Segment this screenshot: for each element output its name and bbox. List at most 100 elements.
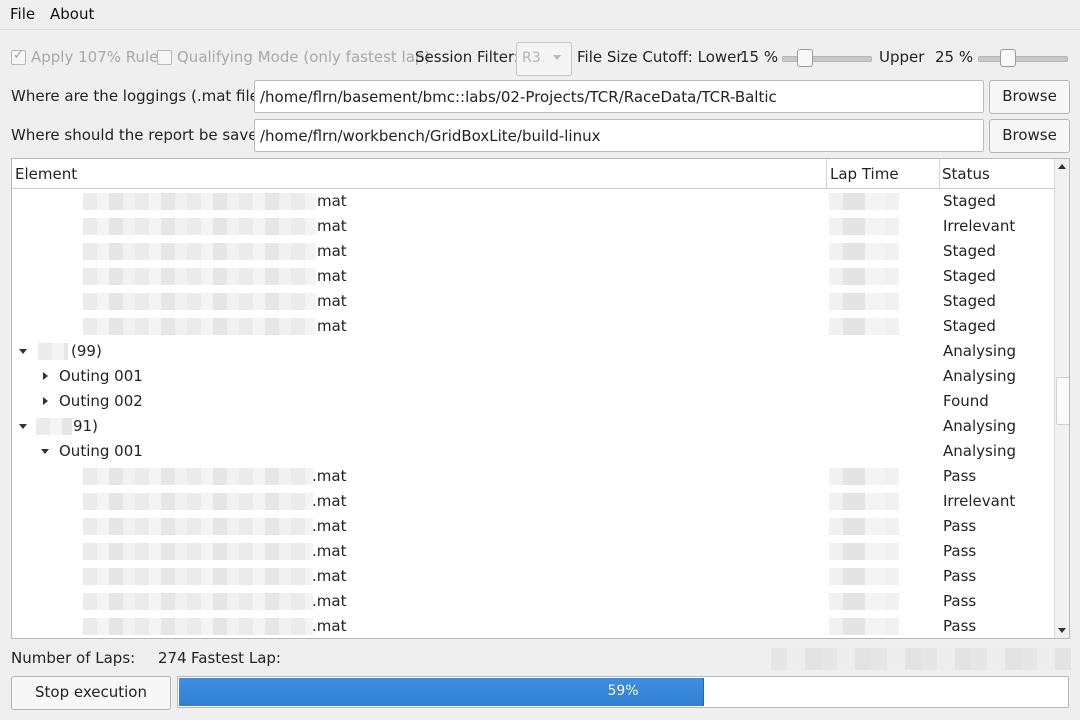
stop-execution-button[interactable]: Stop execution xyxy=(11,676,171,710)
redacted-lap-time xyxy=(829,518,899,535)
tree-row-file[interactable]: mat Staged xyxy=(12,289,1054,314)
tree-row-file[interactable]: .mat Pass xyxy=(12,464,1054,489)
car-number: (99) xyxy=(71,342,102,360)
tree-row-car[interactable]: 91) Analysing xyxy=(12,414,1054,439)
fastest-lap-value-redacted xyxy=(771,648,1071,670)
file-suffix: mat xyxy=(317,242,347,260)
redacted-lap-time xyxy=(829,243,899,260)
status-cell: Staged xyxy=(943,192,996,210)
scroll-down-icon[interactable] xyxy=(1058,628,1066,633)
upper-label: Upper xyxy=(879,48,925,66)
outing-label: Outing 001 xyxy=(59,442,143,460)
redacted-filename xyxy=(83,593,313,610)
status-cell: Staged xyxy=(943,267,996,285)
status-cell: Pass xyxy=(943,467,977,485)
report-label: Where should the report be saved? xyxy=(11,126,275,144)
header-status[interactable]: Status xyxy=(942,165,990,183)
qualifying-checkbox[interactable] xyxy=(157,50,172,65)
report-browse-button[interactable]: Browse xyxy=(989,119,1070,153)
tree-row-file[interactable]: mat Staged xyxy=(12,264,1054,289)
results-tree[interactable]: Element Lap Time Status mat Staged mat Irre… xyxy=(11,158,1070,639)
redacted-filename xyxy=(83,468,313,485)
file-suffix: mat xyxy=(317,292,347,310)
tree-row-file[interactable]: .mat Pass xyxy=(12,589,1054,614)
upper-slider-handle[interactable] xyxy=(1000,49,1017,67)
apply-rule-checkbox[interactable]: ✓ xyxy=(11,48,26,65)
file-suffix: mat xyxy=(317,217,347,235)
redacted-filename xyxy=(83,318,316,335)
report-path-input[interactable] xyxy=(258,120,977,151)
redacted-lap-time xyxy=(829,618,899,635)
car-number: 91) xyxy=(73,417,98,435)
file-suffix: .mat xyxy=(312,567,347,585)
redacted-lap-time xyxy=(829,268,899,285)
tree-row-outing[interactable]: Outing 001 Analysing xyxy=(12,439,1054,464)
tree-row-file[interactable]: .mat Pass xyxy=(12,614,1054,638)
redacted-lap-time xyxy=(829,218,899,235)
expand-down-icon[interactable] xyxy=(41,449,49,454)
tree-row-file[interactable]: .mat Irrelevant xyxy=(12,489,1054,514)
status-cell: Pass xyxy=(943,592,977,610)
tree-row-file[interactable]: mat Staged xyxy=(12,314,1054,339)
tree-row-file[interactable]: mat Irrelevant xyxy=(12,214,1054,239)
expand-right-icon[interactable] xyxy=(43,397,48,405)
redacted-filename xyxy=(83,193,316,210)
menu-about[interactable]: About xyxy=(50,5,94,23)
header-lap-time[interactable]: Lap Time xyxy=(830,165,899,183)
file-suffix: mat xyxy=(317,317,347,335)
lower-slider-handle[interactable] xyxy=(796,49,813,67)
loggings-path-field[interactable] xyxy=(254,80,984,113)
file-suffix: .mat xyxy=(312,592,347,610)
redacted-filename xyxy=(83,518,313,535)
file-suffix: mat xyxy=(317,192,347,210)
file-suffix: .mat xyxy=(312,617,347,635)
header-element[interactable]: Element xyxy=(15,165,77,183)
redacted-filename xyxy=(83,568,313,585)
checkmark-icon: ✓ xyxy=(13,48,24,63)
report-path-field[interactable] xyxy=(254,119,984,152)
tree-row-file[interactable]: mat Staged xyxy=(12,189,1054,214)
header-divider xyxy=(826,159,827,188)
status-cell: Analysing xyxy=(943,342,1017,360)
scrollbar-thumb[interactable] xyxy=(1056,377,1069,425)
status-cell: Staged xyxy=(943,317,996,335)
tree-row-car[interactable]: (99) Analysing xyxy=(12,339,1054,364)
loggings-path-input[interactable] xyxy=(258,81,977,112)
file-suffix: mat xyxy=(317,267,347,285)
status-cell: Found xyxy=(943,392,989,410)
laps-label: Number of Laps: xyxy=(11,649,136,667)
header-divider xyxy=(939,159,940,188)
redacted-filename xyxy=(83,543,313,560)
tree-row-file[interactable]: .mat Pass xyxy=(12,539,1054,564)
tree-row-outing[interactable]: Outing 001 Analysing xyxy=(12,364,1054,389)
lower-slider-track[interactable] xyxy=(782,56,872,62)
session-filter-label: Session Filter: xyxy=(415,48,519,66)
status-cell: Irrelevant xyxy=(943,217,1016,235)
lower-value: 15 % xyxy=(740,48,779,66)
apply-rule-label: Apply 107% Rule xyxy=(31,48,159,66)
status-cell: Pass xyxy=(943,567,977,585)
redacted-lap-time xyxy=(829,493,899,510)
file-size-label: File Size Cutoff: Lower xyxy=(577,48,743,66)
progress-bar: 59% xyxy=(177,676,1069,708)
tree-row-file[interactable]: .mat Pass xyxy=(12,564,1054,589)
menu-file[interactable]: File xyxy=(10,5,35,23)
scroll-up-icon[interactable] xyxy=(1058,164,1066,169)
expand-down-icon[interactable] xyxy=(19,424,27,429)
expand-down-icon[interactable] xyxy=(19,349,27,354)
redacted-filename xyxy=(83,243,316,260)
redacted-lap-time xyxy=(829,543,899,560)
tree-row-file[interactable]: .mat Pass xyxy=(12,514,1054,539)
redacted-lap-time xyxy=(829,593,899,610)
status-cell: Pass xyxy=(943,617,977,635)
vertical-scrollbar[interactable] xyxy=(1054,159,1069,638)
session-filter-select[interactable]: R3 xyxy=(516,42,572,76)
expand-right-icon[interactable] xyxy=(43,372,48,380)
session-filter-value: R3 xyxy=(522,50,541,66)
tree-row-outing[interactable]: Outing 002 Found xyxy=(12,389,1054,414)
tree-row-file[interactable]: mat Staged xyxy=(12,239,1054,264)
file-suffix: .mat xyxy=(312,517,347,535)
status-cell: Pass xyxy=(943,517,977,535)
loggings-browse-button[interactable]: Browse xyxy=(989,80,1070,114)
upper-slider-track[interactable] xyxy=(978,56,1068,62)
